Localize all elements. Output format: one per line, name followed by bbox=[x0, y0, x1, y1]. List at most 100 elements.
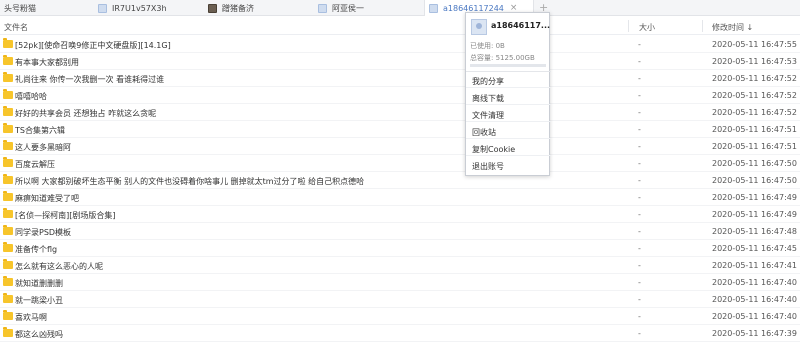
file-name[interactable]: 怎么就有这么恶心的人呢 bbox=[15, 261, 103, 272]
file-size: - bbox=[638, 176, 641, 185]
file-size: - bbox=[638, 74, 641, 83]
file-row[interactable]: 麻痹知道难受了吧 - 2020-05-11 16:47:49 bbox=[0, 189, 800, 206]
file-row[interactable]: 怎么就有这么恶心的人呢 - 2020-05-11 16:47:41 bbox=[0, 257, 800, 274]
file-size: - bbox=[638, 57, 641, 66]
file-size: - bbox=[638, 227, 641, 236]
folder-icon bbox=[3, 191, 13, 201]
tab-account-3[interactable]: 蹭猪备济 bbox=[208, 0, 254, 16]
file-name[interactable]: 嘻嘻哈哈 bbox=[15, 91, 47, 102]
file-name[interactable]: [名侦—探柯南][剧场版合集] bbox=[15, 210, 115, 221]
file-name[interactable]: 同学录PSD模板 bbox=[15, 227, 71, 238]
folder-icon bbox=[3, 106, 13, 116]
menu-item-offline-download[interactable]: 离线下载 bbox=[466, 89, 551, 105]
file-name[interactable]: 百度云解压 bbox=[15, 159, 55, 170]
file-row[interactable]: 喜欢马啊 - 2020-05-11 16:47:40 bbox=[0, 308, 800, 325]
file-modified-time: 2020-05-11 16:47:51 bbox=[712, 142, 797, 151]
file-row[interactable]: 百度云解压 - 2020-05-11 16:47:50 bbox=[0, 155, 800, 172]
user-avatar-icon bbox=[471, 19, 487, 35]
file-name[interactable]: TS合集第六辑 bbox=[15, 125, 65, 136]
folder-icon bbox=[3, 55, 13, 65]
menu-item-label: 退出账号 bbox=[472, 162, 504, 171]
file-name[interactable]: 好好的共享会员 还想独占 咋就这么贪呢 bbox=[15, 108, 156, 119]
file-list: [52pk][使命召唤9修正中文硬盘版][14.1G] - 2020-05-11 1… bbox=[0, 36, 800, 342]
file-name[interactable]: 喜欢马啊 bbox=[15, 312, 47, 323]
file-name[interactable]: 这人要多黑暗阿 bbox=[15, 142, 71, 153]
file-modified-time: 2020-05-11 16:47:40 bbox=[712, 295, 797, 304]
file-name[interactable]: 麻痹知道难受了吧 bbox=[15, 193, 79, 204]
file-row[interactable]: 就知道删删删 - 2020-05-11 16:47:40 bbox=[0, 274, 800, 291]
file-name[interactable]: 有本事大家都别用 bbox=[15, 57, 79, 68]
file-size: - bbox=[638, 278, 641, 287]
folder-icon bbox=[3, 140, 13, 150]
file-modified-time: 2020-05-11 16:47:52 bbox=[712, 108, 797, 117]
file-row[interactable]: 所以啊 大家都别破坏生态平衡 别人的文件也没碍着你啥事儿 删掉就太tm过分了啦 … bbox=[0, 172, 800, 189]
folder-icon bbox=[3, 208, 13, 218]
menu-item-label: 离线下载 bbox=[472, 94, 504, 103]
column-divider[interactable] bbox=[628, 20, 629, 32]
file-row[interactable]: TS合集第六辑 - 2020-05-11 16:47:51 bbox=[0, 121, 800, 138]
file-row[interactable]: 礼尚往来 你传一次我删一次 看谁耗得过谁 - 2020-05-11 16:47:52 bbox=[0, 70, 800, 87]
file-modified-time: 2020-05-11 16:47:45 bbox=[712, 244, 797, 253]
file-name[interactable]: 礼尚往来 你传一次我删一次 看谁耗得过谁 bbox=[15, 74, 164, 85]
avatar-icon bbox=[208, 3, 217, 13]
menu-item-copy-cookie[interactable]: 复制Cookie bbox=[466, 140, 551, 156]
file-name[interactable]: 就一跳梁小丑 bbox=[15, 295, 63, 306]
menu-item-recycle-bin[interactable]: 回收站 bbox=[466, 123, 551, 139]
folder-icon bbox=[3, 89, 13, 99]
file-size: - bbox=[638, 40, 641, 49]
column-size-header[interactable]: 大小 bbox=[639, 22, 655, 33]
avatar-icon bbox=[318, 3, 327, 13]
menu-item-my-shares[interactable]: 我的分享 bbox=[466, 72, 551, 88]
avatar-icon bbox=[98, 3, 107, 13]
file-size: - bbox=[638, 142, 641, 151]
folder-icon bbox=[3, 242, 13, 252]
file-size: - bbox=[638, 295, 641, 304]
folder-icon bbox=[3, 310, 13, 320]
file-size: - bbox=[638, 261, 641, 270]
file-modified-time: 2020-05-11 16:47:55 bbox=[712, 40, 797, 49]
file-row[interactable]: 都这么凶残吗 - 2020-05-11 16:47:39 bbox=[0, 325, 800, 342]
file-size: - bbox=[638, 244, 641, 253]
folder-icon bbox=[3, 123, 13, 133]
folder-icon bbox=[3, 38, 13, 48]
file-size: - bbox=[638, 329, 641, 338]
folder-icon bbox=[3, 72, 13, 82]
file-size: - bbox=[638, 312, 641, 321]
tab-account-1[interactable]: 头号粉猫 bbox=[4, 0, 36, 16]
tab-account-2[interactable]: IR7U1v57X3h bbox=[98, 0, 167, 16]
file-row[interactable]: 好好的共享会员 还想独占 咋就这么贪呢 - 2020-05-11 16:47:52 bbox=[0, 104, 800, 121]
file-row[interactable]: 就一跳梁小丑 - 2020-05-11 16:47:40 bbox=[0, 291, 800, 308]
menu-item-logout[interactable]: 退出账号 bbox=[466, 157, 551, 173]
account-username: a18646117... bbox=[491, 21, 551, 30]
tab-bar: 头号粉猫 IR7U1v57X3h 蹭猪备济 阿亚侯一 a18646117244 … bbox=[0, 0, 800, 16]
folder-icon bbox=[3, 293, 13, 303]
menu-item-file-cleanup[interactable]: 文件清理 bbox=[466, 106, 551, 122]
file-list-header: 文件名 大小 修改时间 ↓ bbox=[0, 17, 800, 35]
file-row[interactable]: 嘻嘻哈哈 - 2020-05-11 16:47:52 bbox=[0, 87, 800, 104]
tab-account-4[interactable]: 阿亚侯一 bbox=[318, 0, 364, 16]
column-modified-header[interactable]: 修改时间 ↓ bbox=[712, 22, 753, 33]
file-name[interactable]: 所以啊 大家都别破坏生态平衡 别人的文件也没碍着你啥事儿 删掉就太tm过分了啦 … bbox=[15, 176, 364, 187]
file-name[interactable]: 准备传个flg bbox=[15, 244, 57, 255]
column-divider[interactable] bbox=[702, 20, 703, 32]
file-name[interactable]: 都这么凶残吗 bbox=[15, 329, 63, 340]
file-name[interactable]: 就知道删删删 bbox=[15, 278, 63, 289]
file-modified-time: 2020-05-11 16:47:48 bbox=[712, 227, 797, 236]
file-row[interactable]: 这人要多黑暗阿 - 2020-05-11 16:47:51 bbox=[0, 138, 800, 155]
file-modified-time: 2020-05-11 16:47:50 bbox=[712, 159, 797, 168]
file-name[interactable]: [52pk][使命召唤9修正中文硬盘版][14.1G] bbox=[15, 40, 171, 51]
file-row[interactable]: 准备传个flg - 2020-05-11 16:47:45 bbox=[0, 240, 800, 257]
file-modified-time: 2020-05-11 16:47:50 bbox=[712, 176, 797, 185]
column-name-header[interactable]: 文件名 bbox=[4, 22, 28, 33]
storage-usage-bar bbox=[470, 64, 546, 67]
menu-item-label: 我的分享 bbox=[472, 77, 504, 86]
file-size: - bbox=[638, 159, 641, 168]
storage-total: 总容量: 5125.00GB bbox=[470, 54, 535, 62]
file-modified-time: 2020-05-11 16:47:39 bbox=[712, 329, 797, 338]
file-row[interactable]: [名侦—探柯南][剧场版合集] - 2020-05-11 16:47:49 bbox=[0, 206, 800, 223]
file-size: - bbox=[638, 193, 641, 202]
file-row[interactable]: 同学录PSD模板 - 2020-05-11 16:47:48 bbox=[0, 223, 800, 240]
menu-item-label: 回收站 bbox=[472, 128, 496, 137]
file-row[interactable]: [52pk][使命召唤9修正中文硬盘版][14.1G] - 2020-05-11 1… bbox=[0, 36, 800, 53]
file-row[interactable]: 有本事大家都别用 - 2020-05-11 16:47:53 bbox=[0, 53, 800, 70]
